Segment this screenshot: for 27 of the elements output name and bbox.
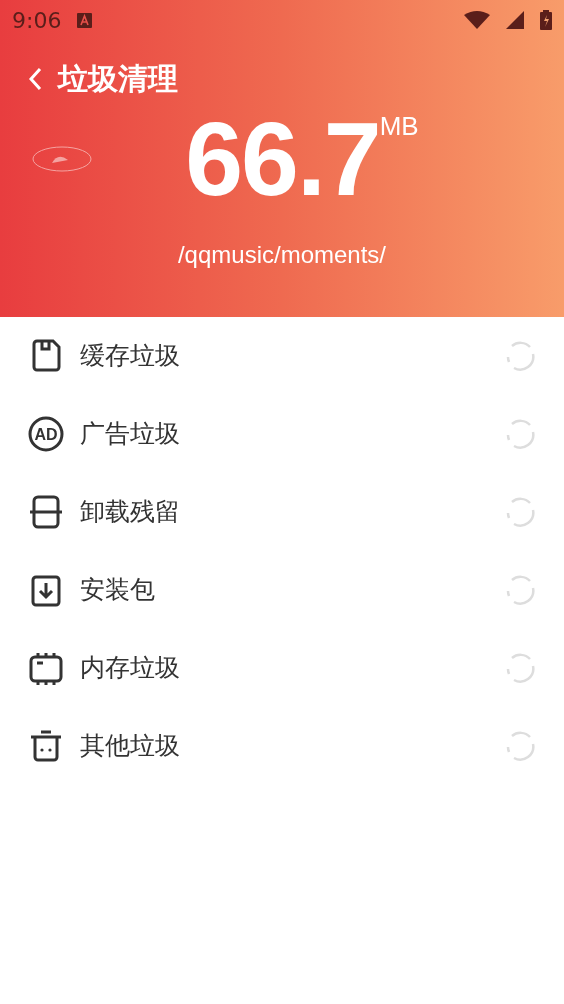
notification-icon (77, 12, 93, 28)
category-label: 缓存垃圾 (80, 340, 180, 373)
memory-chip-icon (28, 650, 64, 686)
category-label: 其他垃圾 (80, 730, 180, 763)
back-icon[interactable] (28, 66, 42, 91)
disc-icon (32, 146, 92, 172)
loading-spinner-icon (504, 496, 536, 528)
page-title: 垃圾清理 (58, 60, 178, 98)
loading-spinner-icon (504, 652, 536, 684)
battery-icon (540, 10, 552, 30)
scan-path: /qqmusic/moments/ (177, 240, 387, 270)
trash-icon (28, 728, 64, 764)
category-label: 卸载残留 (80, 496, 180, 529)
box-icon (28, 494, 64, 530)
ad-icon: AD (28, 416, 64, 452)
signal-icon (506, 11, 524, 29)
loading-spinner-icon (504, 730, 536, 762)
junk-size: 66.7 (185, 107, 380, 211)
loading-spinner-icon (504, 418, 536, 450)
category-label: 安装包 (80, 574, 155, 607)
loading-spinner-icon (504, 574, 536, 606)
size-unit: MB (379, 110, 419, 143)
wifi-icon (464, 11, 490, 29)
status-time: 9:06 (12, 6, 62, 35)
category-label: 内存垃圾 (80, 652, 180, 685)
loading-spinner-icon (504, 340, 536, 372)
category-label: 广告垃圾 (80, 418, 180, 451)
